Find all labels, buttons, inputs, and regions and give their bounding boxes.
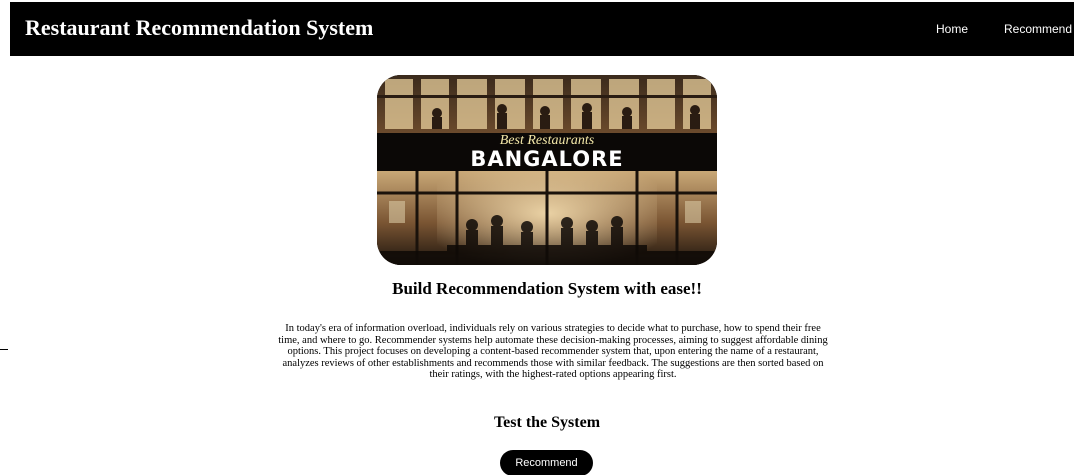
nav-link-recommend[interactable]: Recommend xyxy=(1004,22,1072,36)
recommend-button[interactable]: Recommend xyxy=(500,450,593,475)
test-section-heading: Test the System xyxy=(493,414,601,431)
page-subheading: Build Recommendation System with ease!! xyxy=(392,279,702,298)
intro-paragraph: In today's era of information overload, … xyxy=(278,323,828,380)
hero-image: Best Restaurants BANGALORE xyxy=(377,75,717,265)
hero-title-text: BANGALORE xyxy=(470,147,624,171)
edge-divider xyxy=(0,349,8,350)
navbar: Restaurant Recommendation System Home Re… xyxy=(10,2,1074,56)
nav-link-home[interactable]: Home xyxy=(936,22,968,36)
site-brand[interactable]: Restaurant Recommendation System xyxy=(25,15,373,41)
